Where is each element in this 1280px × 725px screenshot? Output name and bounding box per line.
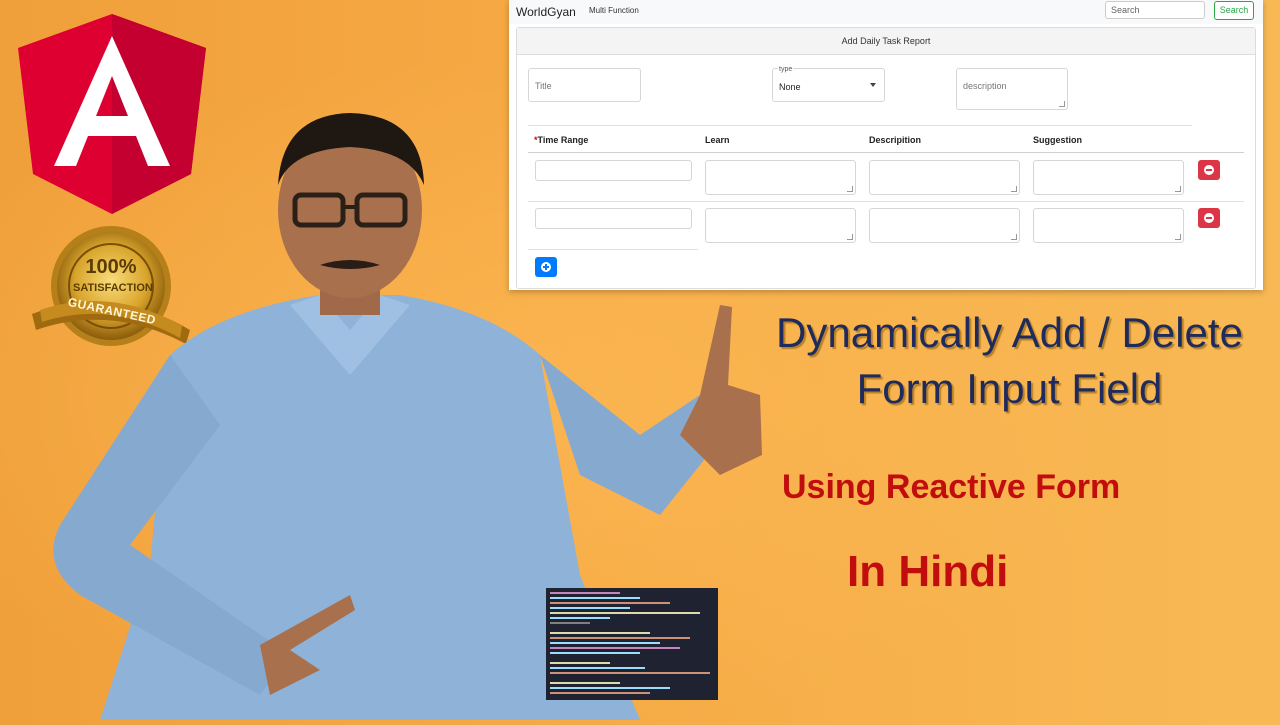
type-select[interactable]: type None — [772, 66, 885, 102]
learn-textarea[interactable] — [705, 160, 856, 195]
minus-circle-icon — [1204, 165, 1214, 175]
plus-circle-icon — [541, 262, 551, 272]
resize-handle-icon — [1175, 234, 1181, 240]
search-button[interactable]: Search — [1214, 1, 1254, 20]
app-screenshot: WorldGyan Multi Function Search Search A… — [509, 0, 1263, 290]
add-row-button[interactable] — [535, 257, 557, 277]
card-title: Add Daily Task Report — [517, 28, 1255, 55]
resize-handle-icon — [1059, 101, 1065, 107]
chevron-down-icon — [870, 83, 876, 87]
description-placeholder: description — [963, 81, 1007, 91]
remove-row-button[interactable] — [1198, 208, 1220, 228]
nav-link-multi-function[interactable]: Multi Function — [589, 6, 639, 15]
column-header-learn: Learn — [705, 135, 730, 145]
headline: Dynamically Add / Delete Form Input Fiel… — [742, 305, 1277, 417]
table-row-border — [528, 249, 698, 250]
resize-handle-icon — [1011, 186, 1017, 192]
suggestion-textarea[interactable] — [1033, 208, 1184, 243]
search-input[interactable]: Search — [1105, 1, 1205, 19]
type-label: type — [778, 66, 794, 73]
title-placeholder: Title — [535, 81, 552, 91]
resize-handle-icon — [847, 186, 853, 192]
code-editor-thumbnail — [546, 588, 718, 700]
resize-handle-icon — [847, 234, 853, 240]
table-header-border — [528, 152, 1244, 153]
divider — [528, 125, 1192, 126]
headline-line-2: Form Input Field — [856, 365, 1163, 412]
table-row-border — [528, 201, 1244, 202]
learn-textarea[interactable] — [705, 208, 856, 243]
suggestion-textarea[interactable] — [1033, 160, 1184, 195]
time-range-input[interactable] — [535, 208, 692, 229]
navbar: WorldGyan Multi Function Search Search — [509, 0, 1263, 24]
navbar-brand[interactable]: WorldGyan — [516, 5, 576, 19]
column-header-time-range: *Time Range — [534, 135, 589, 145]
description-row-textarea[interactable] — [869, 208, 1020, 243]
column-header-suggestion: Suggestion — [1033, 135, 1082, 145]
description-row-textarea[interactable] — [869, 160, 1020, 195]
task-report-card: Add Daily Task Report Title type None de… — [516, 27, 1256, 289]
minus-circle-icon — [1204, 213, 1214, 223]
subtitle: Using Reactive Form — [782, 468, 1121, 506]
headline-line-1: Dynamically Add / Delete — [776, 309, 1243, 356]
resize-handle-icon — [1175, 186, 1181, 192]
column-header-description: Descripition — [869, 135, 922, 145]
language-label: In Hindi — [847, 547, 1009, 596]
time-range-input[interactable] — [535, 160, 692, 181]
title-input[interactable]: Title — [528, 68, 641, 102]
resize-handle-icon — [1011, 234, 1017, 240]
remove-row-button[interactable] — [1198, 160, 1220, 180]
description-textarea[interactable]: description — [956, 68, 1068, 110]
type-value: None — [779, 82, 801, 92]
